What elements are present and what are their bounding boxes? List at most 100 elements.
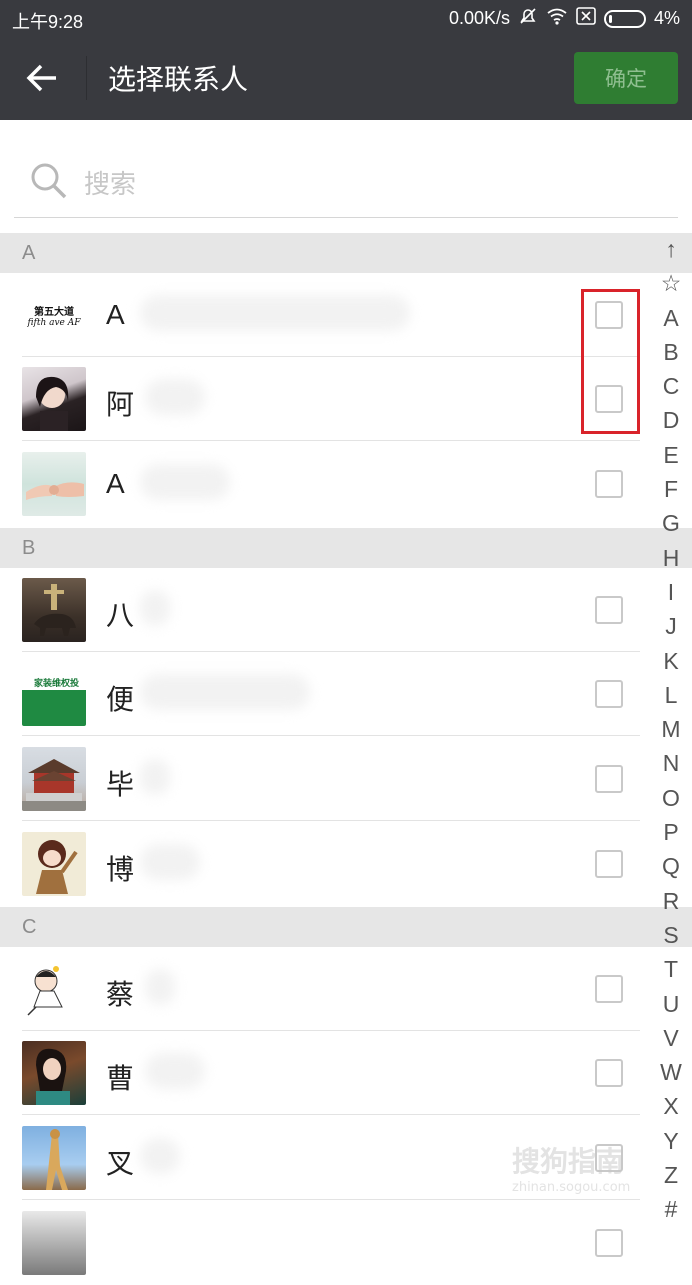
index-letter[interactable]: I bbox=[668, 575, 674, 609]
contact-row[interactable]: 家装维权投 便 bbox=[0, 652, 692, 736]
avatar bbox=[22, 367, 86, 431]
blurred-name bbox=[140, 590, 170, 626]
index-letter[interactable]: ☆ bbox=[661, 266, 682, 300]
blurred-name bbox=[140, 759, 170, 795]
row-divider bbox=[22, 1199, 640, 1200]
row-divider bbox=[22, 440, 640, 441]
header-divider bbox=[86, 56, 87, 100]
index-letter[interactable]: X bbox=[663, 1089, 678, 1123]
index-letter[interactable]: F bbox=[664, 472, 678, 506]
back-button[interactable] bbox=[18, 56, 66, 100]
contact-row[interactable]: 八 bbox=[0, 568, 692, 652]
blurred-name bbox=[145, 1053, 205, 1089]
section-header-c: C bbox=[0, 907, 692, 947]
highlight-annotation bbox=[581, 289, 640, 434]
contact-checkbox[interactable] bbox=[595, 850, 623, 878]
contact-checkbox[interactable] bbox=[595, 680, 623, 708]
contact-row[interactable]: 曹 bbox=[0, 1031, 692, 1115]
contact-row[interactable]: A bbox=[0, 442, 692, 526]
contact-name: 曹 bbox=[106, 1063, 135, 1094]
contact-checkbox[interactable] bbox=[595, 470, 623, 498]
contact-checkbox[interactable] bbox=[595, 596, 623, 624]
alphabet-index[interactable]: ↑ ☆ A B C D E F G H I J K L M N O P Q R S T U V W X Y Z # bbox=[658, 232, 684, 1227]
index-letter[interactable]: R bbox=[663, 884, 680, 918]
index-letter[interactable]: P bbox=[663, 815, 678, 849]
contact-name: 便 bbox=[106, 684, 135, 715]
index-letter[interactable]: # bbox=[665, 1192, 678, 1226]
contact-checkbox[interactable] bbox=[595, 1229, 623, 1257]
index-letter[interactable]: C bbox=[663, 369, 680, 403]
section-header-a: A bbox=[0, 233, 692, 273]
index-letter[interactable]: V bbox=[663, 1021, 678, 1055]
search-placeholder[interactable]: 搜索 bbox=[84, 164, 136, 201]
index-letter[interactable]: L bbox=[665, 678, 678, 712]
avatar bbox=[22, 1126, 86, 1190]
index-letter[interactable]: O bbox=[662, 781, 680, 815]
index-letter[interactable]: K bbox=[663, 644, 678, 678]
index-letter[interactable]: ↑ bbox=[665, 232, 677, 266]
contact-row[interactable]: 蔡 bbox=[0, 947, 692, 1031]
blurred-name bbox=[140, 674, 310, 710]
contact-name: 博 bbox=[106, 854, 135, 885]
contact-name: A bbox=[106, 299, 125, 330]
search-icon bbox=[30, 162, 68, 204]
index-letter[interactable]: J bbox=[665, 609, 677, 643]
index-letter[interactable]: N bbox=[663, 746, 680, 780]
blurred-name bbox=[140, 295, 410, 331]
contact-checkbox[interactable] bbox=[595, 975, 623, 1003]
avatar bbox=[22, 747, 86, 811]
contact-name: 毕 bbox=[106, 769, 135, 800]
row-divider bbox=[22, 820, 640, 821]
blurred-name bbox=[145, 379, 205, 415]
index-letter[interactable]: T bbox=[664, 952, 678, 986]
network-speed: 0.00K/s bbox=[448, 8, 510, 28]
avatar: 第五大道 fifth ave AF bbox=[22, 283, 86, 347]
contact-name: 八 bbox=[106, 600, 135, 631]
blurred-name bbox=[140, 1138, 180, 1174]
sim-icon bbox=[576, 7, 596, 30]
contact-checkbox[interactable] bbox=[595, 765, 623, 793]
watermark-text: 搜狗指南 bbox=[512, 1145, 625, 1178]
avatar-text-line2: fifth ave AF bbox=[27, 318, 81, 328]
row-divider bbox=[22, 1114, 640, 1115]
index-letter[interactable]: U bbox=[663, 987, 680, 1021]
arrow-left-icon bbox=[26, 64, 56, 92]
index-letter[interactable]: B bbox=[663, 335, 678, 369]
index-letter[interactable]: A bbox=[663, 301, 678, 335]
avatar: 家装维权投 bbox=[22, 662, 86, 726]
avatar-text-line1: 第五大道 bbox=[34, 307, 74, 318]
contact-name: 叉 bbox=[106, 1148, 135, 1179]
index-letter[interactable]: H bbox=[663, 541, 680, 575]
avatar bbox=[22, 578, 86, 642]
contact-checkbox[interactable] bbox=[595, 1059, 623, 1087]
section-header-b: B bbox=[0, 528, 692, 568]
index-letter[interactable]: M bbox=[661, 712, 680, 746]
row-divider bbox=[22, 735, 640, 736]
page-title: 选择联系人 bbox=[108, 63, 249, 96]
index-letter[interactable]: E bbox=[663, 438, 678, 472]
index-letter[interactable]: W bbox=[660, 1055, 682, 1089]
status-time: 上午9:28 bbox=[12, 12, 84, 32]
contact-row[interactable]: 毕 bbox=[0, 737, 692, 821]
avatar bbox=[22, 1041, 86, 1105]
blurred-name bbox=[145, 969, 175, 1005]
watermark-url: zhinan.sogou.com bbox=[512, 1180, 631, 1195]
index-letter[interactable]: G bbox=[662, 506, 680, 540]
avatar-text: 家装维权投 bbox=[34, 679, 80, 689]
blurred-name bbox=[140, 464, 230, 500]
contact-name: 阿 bbox=[106, 389, 135, 420]
confirm-button[interactable]: 确定 bbox=[574, 52, 678, 104]
index-letter[interactable]: Q bbox=[662, 849, 680, 883]
contact-row[interactable] bbox=[0, 1201, 692, 1285]
blurred-name bbox=[140, 844, 200, 880]
status-right: 0.00K/s 4% bbox=[449, 6, 680, 31]
index-letter[interactable]: S bbox=[663, 918, 678, 952]
search-bar[interactable]: 搜索 bbox=[14, 140, 678, 218]
wifi-icon bbox=[546, 7, 568, 30]
contact-name: 蔡 bbox=[106, 979, 135, 1010]
status-bar: 上午9:28 0.00K/s 4% bbox=[0, 0, 692, 36]
contact-row[interactable]: 博 bbox=[0, 822, 692, 906]
avatar bbox=[22, 832, 86, 896]
avatar bbox=[22, 1211, 86, 1275]
index-letter[interactable]: D bbox=[663, 403, 680, 437]
